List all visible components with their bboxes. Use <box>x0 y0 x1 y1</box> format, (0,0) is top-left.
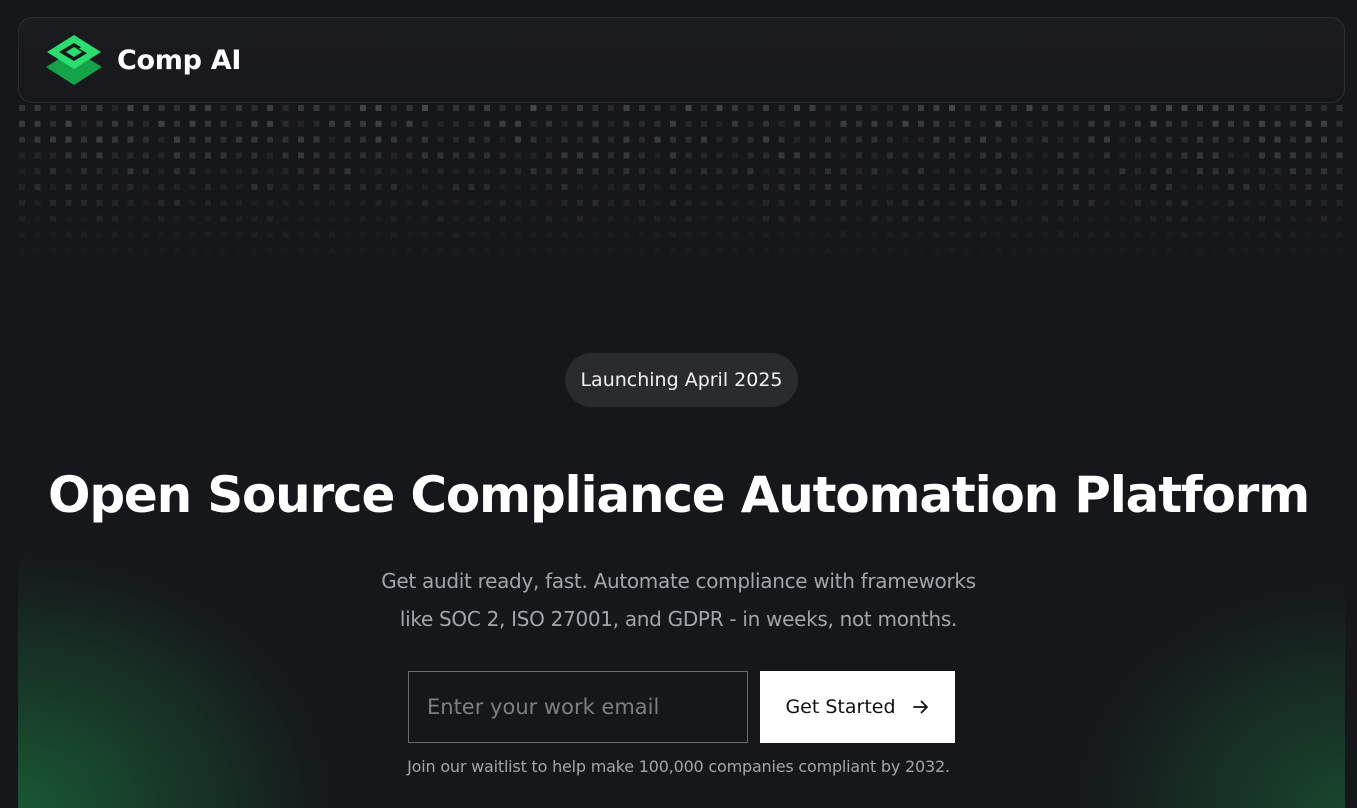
get-started-label: Get Started <box>785 696 896 718</box>
hero-subtitle-line-2: like SOC 2, ISO 27001, and GDPR - in wee… <box>399 607 958 631</box>
waitlist-footnote: Join our waitlist to help make 100,000 c… <box>407 757 950 776</box>
get-started-button[interactable]: Get Started <box>760 671 955 743</box>
work-email-input[interactable] <box>408 671 748 743</box>
hero-headline: Open Source Compliance Automation Platfo… <box>48 466 1310 524</box>
hero-section: Launching April 2025 Open Source Complia… <box>0 0 1357 808</box>
landing-page: Comp AI Launching April 2025 Open Source… <box>0 0 1357 808</box>
hero-subtitle-line-1: Get audit ready, fast. Automate complian… <box>381 569 976 593</box>
hero-subtitle: Get audit ready, fast. Automate complian… <box>0 562 1357 638</box>
arrow-right-icon <box>912 700 928 714</box>
launch-badge: Launching April 2025 <box>565 353 798 407</box>
